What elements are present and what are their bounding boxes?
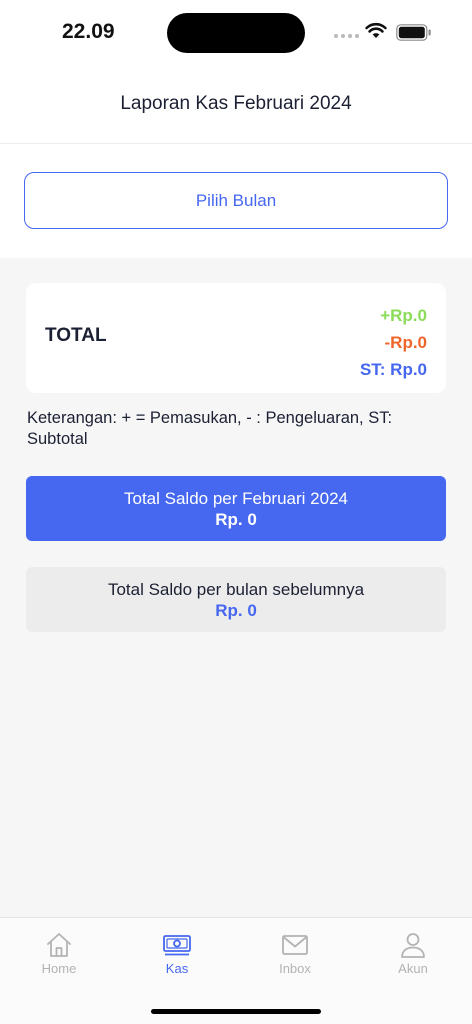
tab-kas-label: Kas (165, 961, 189, 976)
tab-kas[interactable]: Kas (118, 930, 236, 976)
battery-icon (396, 24, 431, 41)
tab-home-label: Home (41, 961, 77, 976)
wifi-icon (365, 22, 387, 38)
status-bar: 22.09 (0, 0, 472, 64)
tab-akun-label: Akun (398, 961, 428, 976)
tab-inbox[interactable]: Inbox (236, 930, 354, 976)
current-balance-card: Total Saldo per Februari 2024 Rp. 0 (26, 476, 446, 541)
money-icon (163, 935, 191, 956)
legend-note: Keterangan: + = Pemasukan, - : Pengeluar… (27, 409, 393, 448)
total-card: TOTAL +Rp.0 -Rp.0 ST: Rp.0 (26, 283, 446, 393)
tab-akun[interactable]: Akun (354, 930, 472, 976)
mail-icon (282, 935, 308, 955)
page-title: Laporan Kas Februari 2024 (120, 92, 352, 114)
previous-balance-label: Total Saldo per bulan sebelumnya (107, 579, 365, 599)
page-header: Laporan Kas Februari 2024 (0, 64, 472, 144)
status-time: 22.09 (62, 20, 115, 43)
home-icon (47, 933, 71, 957)
month-picker-area: Pilih Bulan (0, 144, 472, 258)
total-values: +Rp.0 -Rp.0 ST: Rp.0 (360, 302, 427, 383)
dynamic-island (167, 13, 305, 53)
current-balance-label: Total Saldo per Februari 2024 (124, 488, 348, 508)
tab-inbox-label: Inbox (279, 961, 311, 976)
income-value: +Rp.0 (380, 306, 427, 325)
total-label: TOTAL (45, 325, 107, 346)
cellular-signal-icon (334, 34, 359, 38)
expense-value: -Rp.0 (384, 333, 428, 352)
subtotal-value: ST: Rp.0 (359, 360, 427, 379)
tab-home[interactable]: Home (0, 930, 118, 976)
bottom-tab-bar: Home Kas Inbox Akun (0, 917, 472, 1024)
home-indicator (151, 1009, 321, 1014)
previous-balance-value: Rp. 0 (215, 600, 257, 620)
user-icon (401, 933, 425, 958)
pick-month-button[interactable]: Pilih Bulan (24, 172, 448, 229)
current-balance-value: Rp. 0 (215, 509, 257, 529)
previous-balance-card: Total Saldo per bulan sebelumnya Rp. 0 (26, 567, 446, 632)
